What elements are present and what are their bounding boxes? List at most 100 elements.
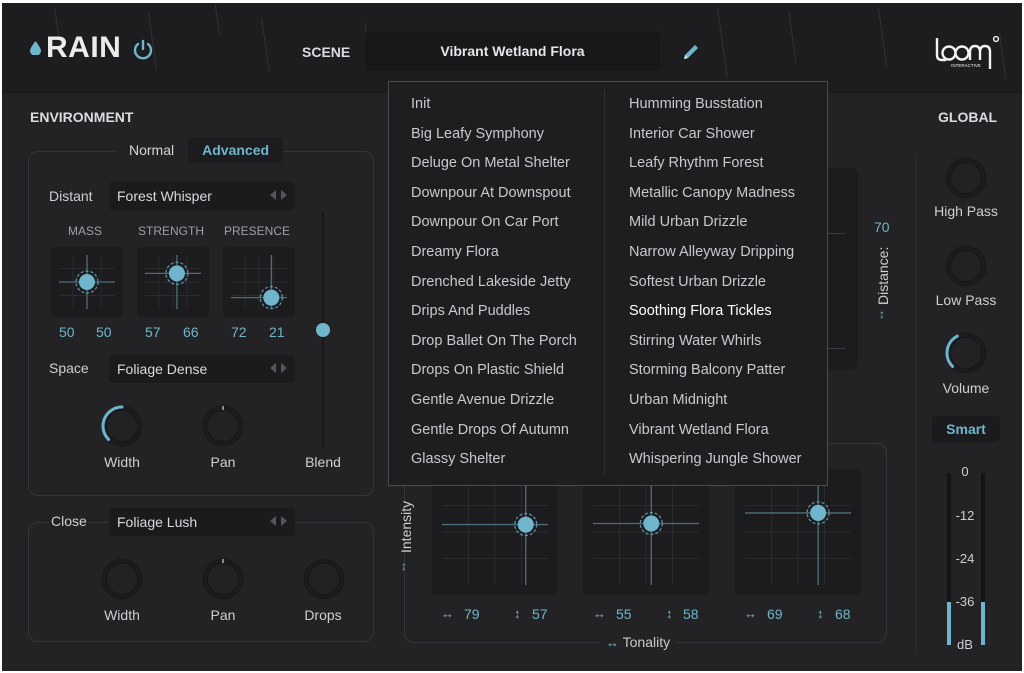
strength-pad[interactable]	[137, 247, 209, 317]
layer-pad-2[interactable]	[583, 469, 709, 595]
presence-pad[interactable]	[223, 247, 295, 317]
layer2-intensity-value: 58	[683, 606, 699, 622]
brand-sub: INTERACTIVE	[951, 63, 981, 68]
presence-label: PRESENCE	[223, 224, 291, 238]
distant-width-knob[interactable]	[99, 403, 145, 454]
distant-preset-selector[interactable]: Forest Whisper	[109, 182, 295, 210]
scene-menu-item[interactable]: Drips And Puddles	[411, 297, 577, 327]
scene-menu-item[interactable]: Gentle Avenue Drizzle	[411, 386, 577, 416]
scene-menu-item[interactable]: Interior Car Shower	[629, 120, 801, 150]
power-icon[interactable]	[132, 39, 154, 61]
mass-x-value: 50	[59, 324, 75, 340]
volume-knob[interactable]	[943, 330, 989, 381]
scene-menu-item[interactable]: Deluge On Metal Shelter	[411, 149, 577, 179]
prev-arrow-icon[interactable]	[270, 190, 276, 200]
horizontal-arrows-icon: ↔	[441, 606, 454, 621]
low-pass-knob[interactable]	[943, 243, 989, 294]
distant-label: Distant	[49, 188, 93, 204]
scene-menu-item[interactable]: Drenched Lakeside Jetty	[411, 268, 577, 298]
space-preset-value: Foliage Dense	[117, 361, 208, 377]
prev-arrow-icon[interactable]	[270, 516, 276, 526]
scene-menu-item[interactable]: Metallic Canopy Madness	[629, 179, 801, 209]
layer-pad-1[interactable]	[432, 469, 558, 595]
distant-width-label: Width	[104, 454, 140, 470]
strength-label: STRENGTH	[138, 224, 204, 238]
high-pass-label: High Pass	[934, 203, 998, 219]
scene-value: Vibrant Wetland Flora	[440, 43, 585, 59]
distant-preset-value: Forest Whisper	[117, 188, 212, 204]
scene-menu-item[interactable]: Gentle Drops Of Autumn	[411, 416, 577, 446]
space-preset-selector[interactable]: Foliage Dense	[109, 355, 295, 383]
horizontal-arrows-icon: ↔	[593, 606, 606, 621]
scene-menu-item[interactable]: Softest Urban Drizzle	[629, 268, 801, 298]
distant-pan-knob[interactable]	[200, 403, 246, 454]
mass-pad[interactable]	[51, 247, 123, 317]
scene-menu-item[interactable]: Stirring Water Whirls	[629, 327, 801, 357]
knob-dial-icon	[945, 157, 987, 199]
scene-menu-item[interactable]: Drops On Plastic Shield	[411, 356, 577, 386]
meter-tick-12: -12	[955, 508, 975, 523]
scene-menu-item[interactable]: Init	[411, 90, 577, 120]
scene-menu-item[interactable]: Humming Busstation	[629, 90, 801, 120]
close-width-knob[interactable]	[99, 556, 145, 607]
rain-plugin-window: RAIN SCENE Vibrant Wetland Flora INTERAC…	[2, 3, 1022, 671]
layer3-tonality-value: 69	[767, 606, 783, 622]
scene-menu-item[interactable]: Glassy Shelter	[411, 445, 577, 475]
horizontal-arrows-icon: ↔	[606, 635, 619, 650]
knob-dial-icon	[303, 558, 345, 600]
scene-label: SCENE	[302, 44, 351, 60]
prev-arrow-icon[interactable]	[270, 363, 276, 373]
scene-menu-item[interactable]: Vibrant Wetland Flora	[629, 416, 801, 446]
scene-menu-item[interactable]: Whispering Jungle Shower	[629, 445, 801, 475]
knob-dial-icon	[945, 332, 987, 374]
knob-dial-icon	[202, 405, 244, 447]
pad-handle-graphic	[231, 255, 287, 310]
next-arrow-icon[interactable]	[281, 190, 287, 200]
high-pass-knob[interactable]	[943, 155, 989, 206]
scene-menu-column-1: Init Big Leafy Symphony Deluge On Metal Sh…	[411, 90, 577, 475]
header-bar: RAIN SCENE Vibrant Wetland Flora INTERAC…	[2, 3, 1022, 93]
layer1-tonality-value: 79	[464, 606, 480, 622]
scene-menu-item[interactable]: Urban Midnight	[629, 386, 801, 416]
drop-icon	[30, 41, 41, 55]
layer1-intensity-value: 57	[532, 606, 548, 622]
scene-selector[interactable]: Vibrant Wetland Flora	[365, 31, 660, 71]
tab-normal[interactable]: Normal	[115, 137, 188, 163]
meter-tick-0: 0	[961, 464, 969, 479]
scene-menu-item[interactable]: Soothing Flora Tickles	[629, 297, 801, 327]
mode-tabs: Normal Advanced	[115, 137, 284, 163]
scene-menu-item[interactable]: Downpour At Downspout	[411, 179, 577, 209]
tonality-axis-label: ↔ Tonality	[600, 634, 677, 650]
vertical-arrows-icon: ↕	[514, 606, 521, 621]
next-arrow-icon[interactable]	[281, 516, 287, 526]
scene-menu-item[interactable]: Narrow Alleyway Dripping	[629, 238, 801, 268]
vertical-arrows-icon: ↕	[817, 606, 824, 621]
scene-menu-item[interactable]: Mild Urban Drizzle	[629, 208, 801, 238]
distance-pad-edge[interactable]	[825, 168, 858, 370]
smart-button[interactable]: Smart	[932, 416, 1000, 442]
close-preset-selector[interactable]: Foliage Lush	[109, 508, 295, 536]
scene-menu-item[interactable]: Leafy Rhythm Forest	[629, 149, 801, 179]
next-arrow-icon[interactable]	[281, 363, 287, 373]
blend-slider[interactable]	[316, 211, 330, 449]
layer-pad-3[interactable]	[735, 469, 861, 595]
pencil-icon[interactable]	[680, 41, 702, 63]
scene-menu-item[interactable]: Downpour On Car Port	[411, 208, 577, 238]
tonality-label: Tonality	[622, 634, 671, 650]
tab-advanced[interactable]: Advanced	[188, 137, 284, 163]
close-drops-knob[interactable]	[301, 556, 347, 607]
close-pan-knob[interactable]	[200, 556, 246, 607]
intensity-label: Intensity	[398, 500, 414, 553]
horizontal-arrows-icon: ↔	[744, 606, 757, 621]
pad-handle-graphic	[593, 479, 699, 585]
global-divider	[915, 153, 916, 653]
blend-label: Blend	[305, 454, 341, 470]
scene-menu-item[interactable]: Storming Balcony Patter	[629, 356, 801, 386]
scene-menu-item[interactable]: Drop Ballet On The Porch	[411, 327, 577, 357]
pad-handle-graphic	[442, 479, 548, 585]
environment-title: ENVIRONMENT	[30, 109, 134, 125]
scene-menu-item[interactable]: Dreamy Flora	[411, 238, 577, 268]
scene-menu-item[interactable]: Big Leafy Symphony	[411, 120, 577, 150]
blend-thumb[interactable]	[316, 323, 330, 337]
close-pan-label: Pan	[210, 607, 236, 623]
